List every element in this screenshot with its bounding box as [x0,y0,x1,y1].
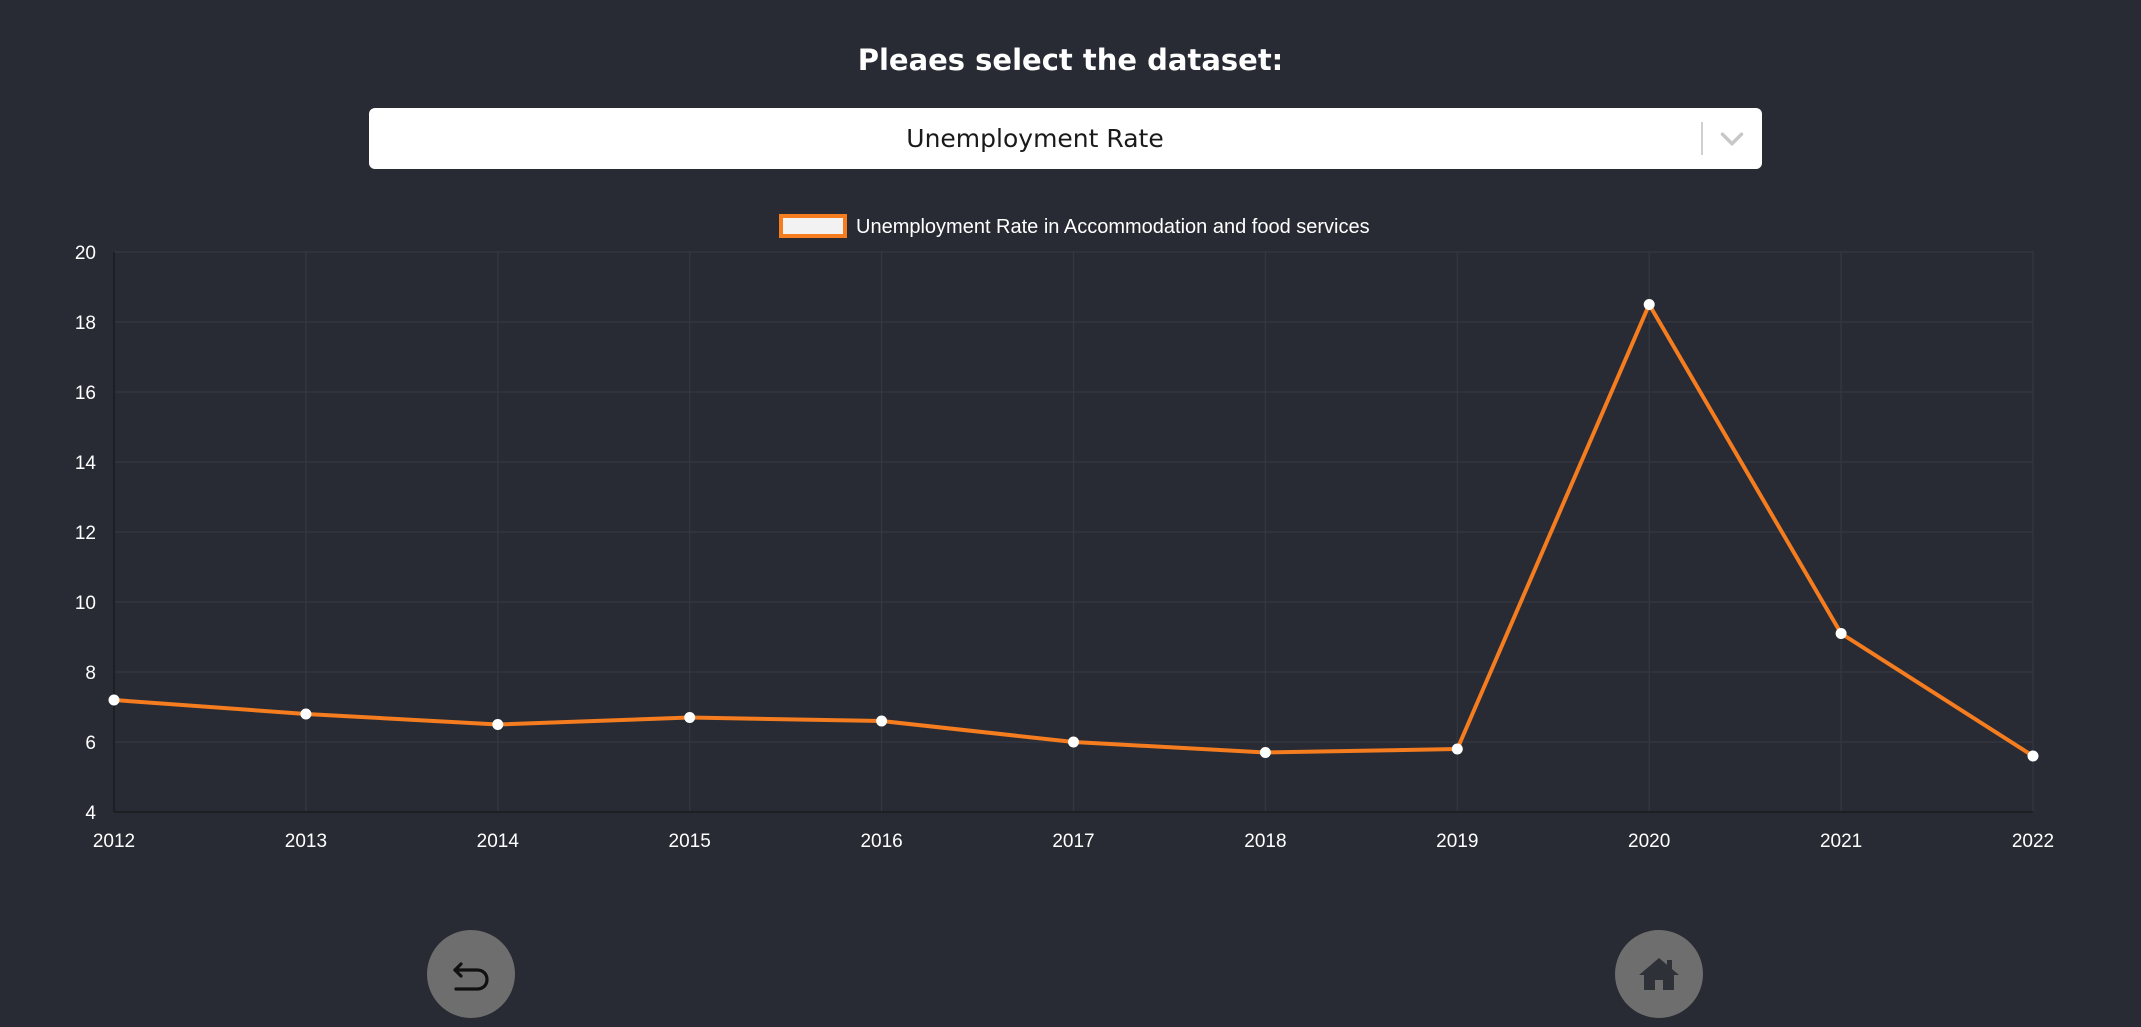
data-point [492,719,504,730]
back-button[interactable] [427,930,515,1018]
y-tick-label: 16 [75,383,96,404]
x-tick-label: 2013 [285,831,327,850]
home-button[interactable] [1615,930,1703,1018]
x-tick-label: 2019 [1436,831,1478,850]
data-point [300,708,312,720]
x-tick-label: 2022 [2012,831,2054,850]
x-tick-label: 2018 [1244,831,1286,850]
dataset-select-separator [1701,122,1703,155]
x-tick-label: 2017 [1052,831,1094,850]
data-point [1835,628,1847,639]
x-tick-label: 2014 [477,831,520,850]
y-tick-label: 14 [75,453,97,474]
app-root: Pleaes select the dataset: Unemployment … [0,0,2141,1027]
y-tick-label: 4 [85,803,96,824]
y-tick-label: 6 [85,733,96,754]
data-point [876,715,888,727]
dataset-prompt: Pleaes select the dataset: [857,43,1284,77]
data-point [1068,736,1079,748]
data-point [684,712,696,723]
dataset-select-value: Unemployment Rate [906,124,1164,153]
y-tick-label: 12 [75,523,96,544]
y-tick-label: 10 [75,593,96,614]
data-point [1643,299,1655,310]
dataset-select[interactable]: Unemployment Rate [369,108,1762,169]
x-tick-label: 2020 [1628,831,1670,850]
x-tick-label: 2021 [1820,831,1862,850]
chevron-down-icon[interactable] [1713,120,1751,158]
data-point [1259,747,1271,758]
back-arrow-icon [453,962,489,991]
x-tick-label: 2016 [860,831,902,850]
y-tick-label: 8 [85,663,96,684]
x-tick-label: 2012 [93,831,135,850]
legend-swatch [779,214,847,238]
data-point [1451,743,1463,755]
y-tick-label: 20 [75,243,96,264]
line-chart: 4 6 8 10 12 14 16 18 20 2012 2013 2014 2015 2016 2017 2… [75,214,2054,850]
data-point [108,694,120,706]
data-point [2027,750,2039,762]
legend-label: Unemployment Rate in Accommodation and f… [856,216,1370,238]
home-icon [1639,958,1679,990]
y-tick-label: 18 [75,313,96,334]
x-tick-label: 2015 [669,831,711,850]
